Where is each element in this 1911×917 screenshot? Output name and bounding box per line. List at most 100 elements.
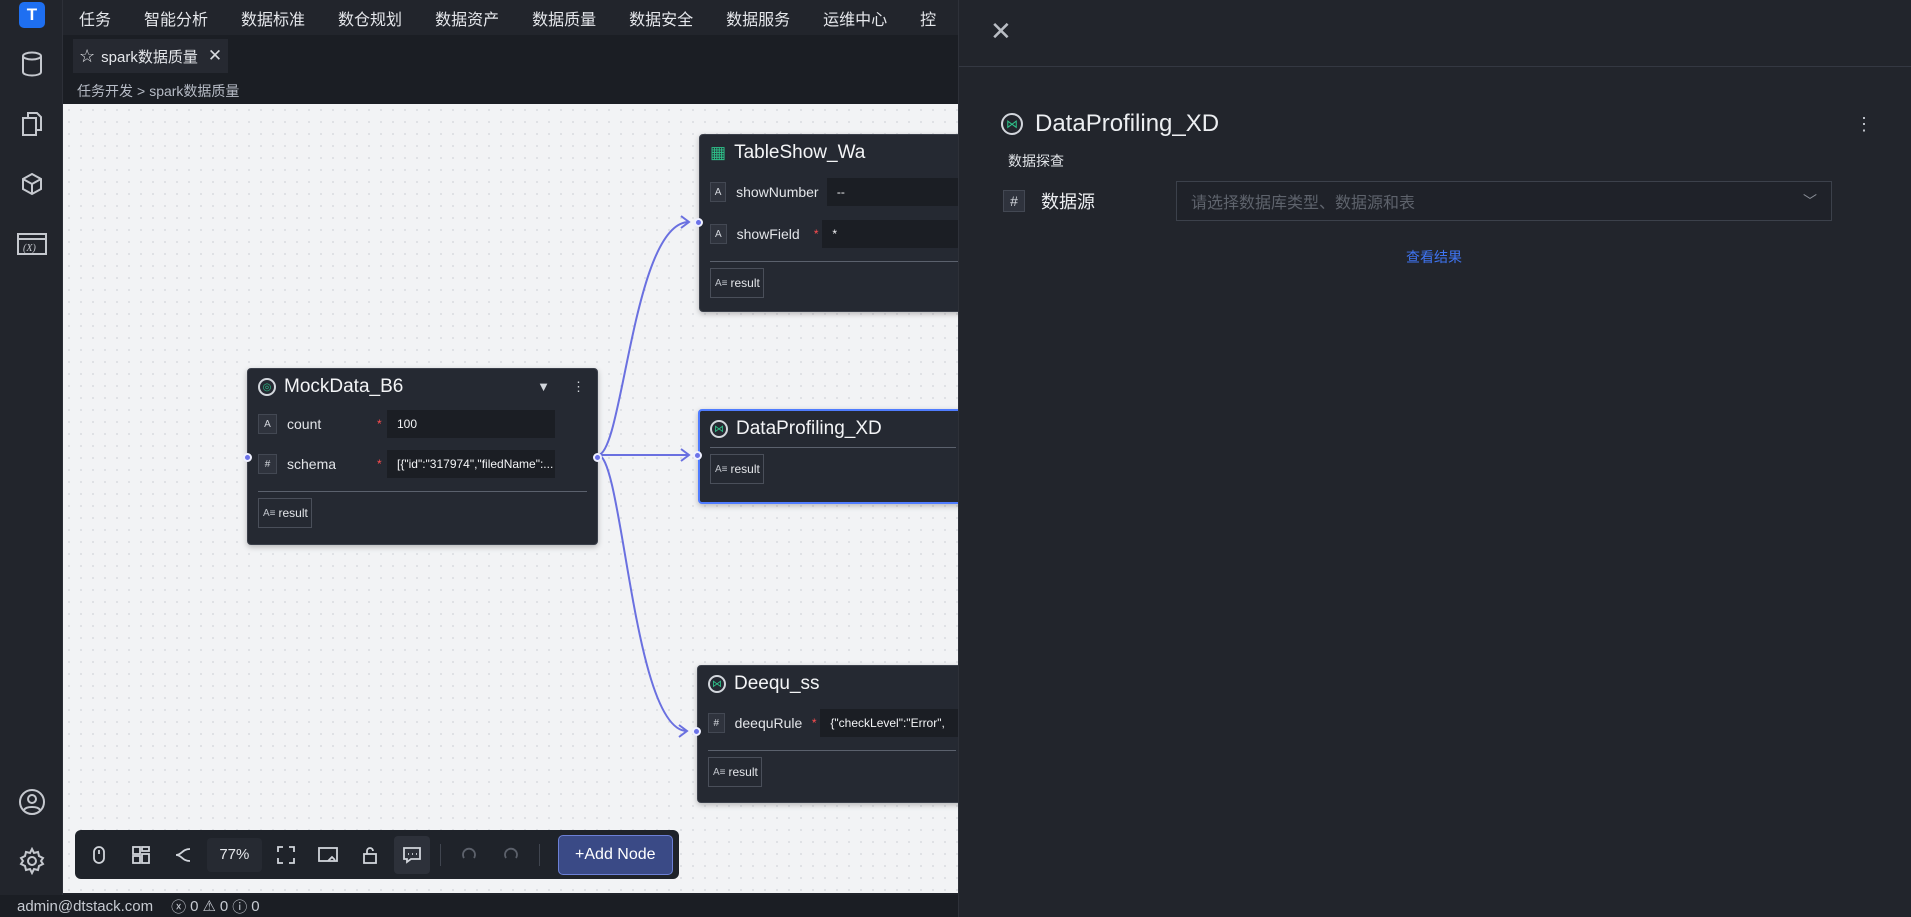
mouse-mode-icon[interactable]: [81, 836, 117, 874]
type-number-icon: #: [708, 713, 725, 733]
tab-bar: ☆ spark数据质量 ✕: [63, 35, 958, 77]
param-name: showNumber: [736, 184, 819, 200]
divider: [710, 447, 956, 448]
menu-item-warehouse[interactable]: 数仓规划: [322, 6, 419, 30]
add-node-button[interactable]: +Add Node: [557, 834, 674, 875]
settings-icon[interactable]: [14, 843, 50, 879]
type-text-icon: A: [710, 182, 727, 202]
svg-text:(X): (X): [23, 243, 36, 254]
connector-style-icon[interactable]: [165, 836, 201, 874]
cube-icon[interactable]: [14, 166, 50, 202]
close-icon[interactable]: ✕: [208, 46, 222, 66]
close-icon[interactable]: ✕: [990, 18, 1012, 44]
node-tableshow[interactable]: ▦ TableShow_Wa A showNumber -- A showFie…: [694, 134, 958, 312]
edge-mock-to-deequ: [597, 454, 688, 732]
type-text-icon: A≡: [263, 507, 276, 519]
user-icon[interactable]: [14, 784, 50, 820]
undo-icon[interactable]: [451, 836, 487, 874]
layout-icon[interactable]: [123, 836, 159, 874]
type-text-icon: A≡: [715, 463, 728, 475]
function-icon[interactable]: (X): [14, 226, 50, 262]
mockdata-icon: ◎: [258, 378, 276, 396]
datasource-select[interactable]: 请选择数据库类型、数据源和表 ﹀: [1176, 181, 1832, 221]
node-dataprofiling[interactable]: ⋈ DataProfiling_XD A≡ result: [693, 409, 958, 504]
fit-view-icon[interactable]: [268, 836, 304, 874]
status-bar: admin@dtstack.com ⓧ 0 ⚠ 0 ⓘ 0: [0, 895, 958, 917]
divider: [258, 491, 587, 492]
menu-item-standard[interactable]: 数据标准: [225, 6, 322, 30]
drawer-subtitle: 数据探查: [1008, 153, 1064, 169]
tab-spark-quality[interactable]: ☆ spark数据质量 ✕: [73, 39, 229, 73]
node-config-drawer: ✕ ⋈ DataProfiling_XD ⋮ 数据探查 # 数据源 请选择数据库…: [958, 0, 1911, 917]
app-logo[interactable]: T: [19, 2, 45, 28]
menu-item-control[interactable]: 控: [904, 6, 953, 30]
input-port[interactable]: [693, 451, 702, 460]
lock-icon[interactable]: [352, 836, 388, 874]
param-count-input[interactable]: 100: [387, 410, 555, 438]
breadcrumb-root[interactable]: 任务开发: [77, 81, 133, 101]
menu-item-assets[interactable]: 数据资产: [419, 6, 516, 30]
info-count: 0: [251, 897, 260, 915]
input-port[interactable]: [692, 727, 701, 736]
node-title: DataProfiling_XD: [736, 418, 882, 439]
menu-item-analysis[interactable]: 智能分析: [128, 6, 225, 30]
caret-down-icon[interactable]: ▼: [537, 379, 550, 395]
type-text-icon: A: [710, 224, 727, 244]
input-port[interactable]: [694, 218, 703, 227]
node-deequ[interactable]: ⋈ Deequ_ss # deequRule * {"checkLevel":"…: [692, 665, 958, 803]
output-result[interactable]: A≡ result: [258, 498, 312, 528]
node-mockdata[interactable]: ◎ MockData_B6 ▼ ⋮ A count * 100 # schema…: [243, 368, 602, 545]
output-label: result: [728, 765, 758, 779]
view-result-link[interactable]: 查看结果: [1406, 247, 1462, 267]
type-text-icon: A: [258, 414, 277, 434]
minimap-icon[interactable]: [310, 836, 346, 874]
more-icon[interactable]: ⋮: [1855, 114, 1873, 135]
database-icon[interactable]: [14, 46, 50, 82]
select-placeholder: 请选择数据库类型、数据源和表: [1191, 195, 1416, 212]
activity-bar: T (X): [0, 0, 63, 895]
table-icon: ▦: [710, 143, 727, 162]
menu-item-service[interactable]: 数据服务: [710, 6, 807, 30]
redo-icon[interactable]: [493, 836, 529, 874]
param-name: deequRule: [734, 715, 803, 731]
output-result[interactable]: A≡ result: [710, 454, 764, 484]
toolbar-divider: [439, 843, 441, 866]
node-title: Deequ_ss: [734, 673, 820, 694]
deequ-icon: ⋈: [708, 675, 726, 693]
output-result[interactable]: A≡ result: [708, 757, 762, 787]
param-shownumber-input[interactable]: --: [826, 178, 958, 206]
output-label: result: [730, 462, 760, 476]
node-title: TableShow_Wa: [734, 142, 866, 163]
input-port[interactable]: [243, 453, 252, 462]
param-showfield-input[interactable]: *: [822, 220, 958, 248]
type-text-icon: A≡: [715, 277, 728, 289]
breadcrumb-separator: >: [137, 82, 146, 99]
node-title: MockData_B6: [284, 376, 404, 397]
output-label: result: [278, 506, 308, 520]
param-deequrule-input[interactable]: {"checkLevel":"Error",: [820, 709, 958, 737]
warning-icon: ⚠: [202, 898, 216, 915]
breadcrumb: 任务开发 > spark数据质量: [63, 77, 958, 104]
warning-count: 0: [219, 897, 229, 915]
menu-item-security[interactable]: 数据安全: [613, 6, 710, 30]
profiling-icon: ⋈: [1001, 113, 1023, 135]
menu-item-quality[interactable]: 数据质量: [516, 6, 613, 30]
menu-item-ops[interactable]: 运维中心: [807, 6, 904, 30]
param-schema-input[interactable]: [{"id":"317974","filedName":...: [387, 450, 555, 478]
toolbar-divider: [538, 843, 540, 866]
more-icon[interactable]: ⋮: [572, 379, 585, 395]
tab-label: spark数据质量: [101, 48, 198, 66]
menu-item-task[interactable]: 任务: [63, 6, 128, 30]
star-icon[interactable]: ☆: [79, 46, 95, 67]
output-port[interactable]: [593, 453, 602, 462]
problem-counts[interactable]: ⓧ 0 ⚠ 0 ⓘ 0: [171, 896, 260, 917]
breadcrumb-current: spark数据质量: [149, 82, 240, 99]
divider: [959, 66, 1911, 67]
param-name: schema: [287, 456, 337, 472]
output-result[interactable]: A≡ result: [710, 268, 764, 298]
zoom-level[interactable]: 77%: [206, 837, 262, 872]
files-icon[interactable]: [14, 106, 50, 142]
flow-canvas[interactable]: ◎ MockData_B6 ▼ ⋮ A count * 100 # schema…: [63, 104, 958, 893]
comment-icon[interactable]: [393, 835, 430, 874]
drawer-title-text: DataProfiling_XD: [1035, 110, 1220, 137]
